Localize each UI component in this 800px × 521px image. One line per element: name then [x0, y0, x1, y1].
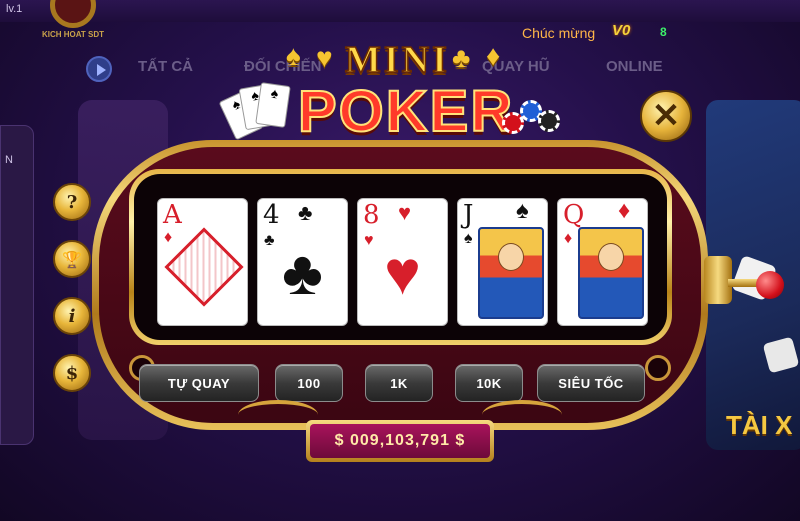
heart-icon: ♥ [316, 42, 333, 73]
card-3: 8 ♥ ♥ ♥ [357, 198, 448, 326]
club-icon: ♣ [282, 239, 323, 308]
spin-lever[interactable] [756, 271, 784, 299]
club-icon: ♣ [298, 200, 313, 225]
control-bar: TỰ QUAY 100 1K 10K SIÊU TỐC [139, 364, 679, 404]
card-2: 4 ♣ ♣ ♣ [257, 198, 348, 326]
face-head [598, 243, 624, 271]
heart-icon: ♥ [398, 200, 412, 225]
title-mini: MINI [344, 38, 450, 82]
info-icon: i [68, 305, 76, 327]
logo-emblem [50, 0, 96, 28]
close-icon: ✕ [651, 97, 681, 135]
help-button[interactable]: ? [53, 183, 91, 221]
title-poker: POKER [297, 78, 515, 145]
machine-body: A ♦ 4 ♣ ♣ ♣ 8 ♥ ♥ ♥ J ♠ ♠ Q ♦ ♦ TỰ QUAY … [99, 147, 701, 423]
money-bag-icon: $ [65, 362, 79, 384]
poker-machine: A ♦ 4 ♣ ♣ ♣ 8 ♥ ♥ ♥ J ♠ ♠ Q ♦ ♦ TỰ QUAY … [92, 140, 708, 430]
chips-icon [502, 92, 572, 140]
leaderboard-button[interactable]: 🏆 [53, 240, 91, 278]
ace-ornament [164, 227, 244, 307]
left-game-card[interactable]: N [0, 125, 34, 445]
spade-icon: ♠ [464, 230, 473, 247]
jackpot-display: $ 009,103,791 $ [306, 420, 494, 462]
bet-10k-button[interactable]: 10K [455, 364, 523, 402]
mini-poker-screen: lv.1 KICH HOAT SDT Chúc mừng V0 8 TẤT CẢ… [0, 0, 800, 521]
chip-icon [538, 110, 560, 132]
bet-100-button[interactable]: 100 [275, 364, 343, 402]
tab-all[interactable]: TẤT CẢ [138, 58, 193, 75]
heart-icon: ♥ [384, 239, 421, 308]
card-rank: 4 [263, 200, 280, 230]
bet-1k-button[interactable]: 1K [365, 364, 433, 402]
reel-frame: A ♦ 4 ♣ ♣ ♣ 8 ♥ ♥ ♥ J ♠ ♠ Q ♦ ♦ [129, 169, 672, 345]
greeting-text: Chúc mừng [522, 25, 596, 41]
trophy-icon: 🏆 [62, 249, 82, 269]
card-rank: A [163, 200, 182, 230]
card-5: Q ♦ ♦ [557, 198, 648, 326]
dice-icon [762, 336, 800, 374]
diamond-icon: ♦ [564, 230, 573, 247]
jackpot-value: $ 009,103,791 $ [310, 424, 490, 458]
jack-portrait [478, 227, 544, 319]
jackpot-ornament-right [482, 400, 562, 430]
activate-phone-logo[interactable]: KICH HOAT SDT [28, 0, 114, 44]
card-rank: J [463, 200, 474, 230]
tab-versus[interactable]: ĐỐI CHIẾN [244, 58, 322, 75]
diamond-icon: ♦ [164, 229, 173, 246]
vip-badge: V0 [612, 22, 631, 39]
card-4: J ♠ ♠ [457, 198, 548, 326]
level-label: lv.1 [6, 3, 23, 15]
spade-icon: ♠ [516, 198, 529, 224]
lobby-header [0, 0, 800, 22]
history-button[interactable]: $ [53, 354, 91, 392]
turbo-button[interactable]: SIÊU TỐC [537, 364, 645, 402]
auto-spin-button[interactable]: TỰ QUAY [139, 364, 259, 402]
diamond-icon: ♦ [618, 198, 631, 224]
card-reels: A ♦ 4 ♣ ♣ ♣ 8 ♥ ♥ ♥ J ♠ ♠ Q ♦ ♦ [134, 174, 667, 340]
card-fan-icon: ♠ ♠ ♠ [218, 82, 296, 142]
info-button[interactable]: i [53, 297, 91, 335]
help-icon: ? [66, 191, 78, 213]
spade-icon: ♠ [286, 40, 301, 71]
queen-portrait [578, 227, 644, 319]
taixiu-label: TÀI X [726, 410, 793, 440]
club-icon: ♣ [452, 42, 471, 73]
balance-value: 8 [660, 25, 667, 39]
card-rank: Q [563, 200, 585, 230]
close-button[interactable]: ✕ [640, 90, 692, 142]
face-head [498, 243, 524, 271]
diamond-icon: ♦ [486, 40, 501, 71]
logo-text: KICH HOAT SDT [41, 30, 105, 39]
card-1: A ♦ [157, 198, 248, 326]
card-rank: 8 [363, 200, 380, 230]
tab-online[interactable]: ONLINE [606, 58, 663, 75]
left-card-text: N [5, 154, 13, 166]
